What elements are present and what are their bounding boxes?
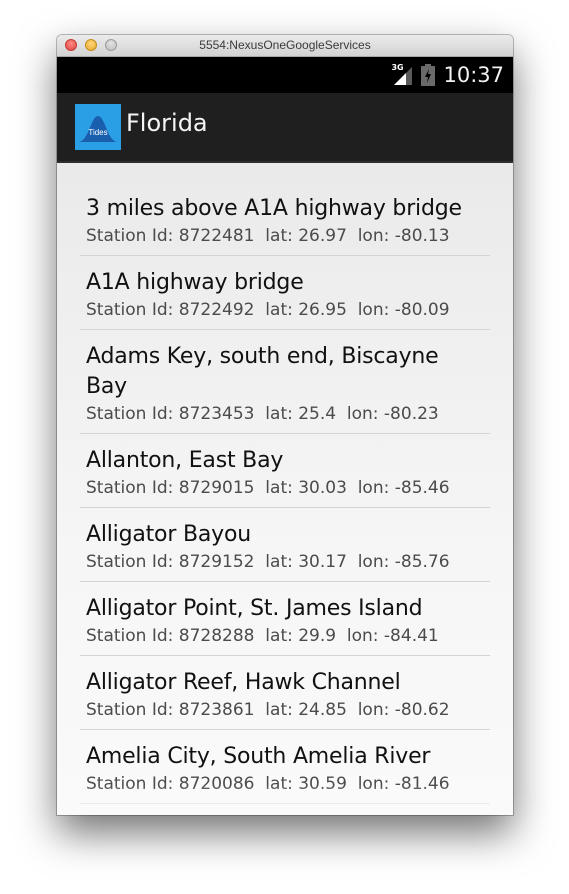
window-titlebar: 5554:NexusOneGoogleServices bbox=[57, 35, 513, 57]
status-clock: 10:37 bbox=[443, 63, 504, 87]
mobile-signal-icon: 3G bbox=[391, 63, 413, 86]
station-list-item[interactable]: Adams Key, south end, Biscayne Bay Stati… bbox=[80, 330, 490, 434]
station-details: Station Id: 8722481 lat: 26.97 lon: -80.… bbox=[86, 226, 450, 246]
station-details: Station Id: 8729152 lat: 30.17 lon: -85.… bbox=[86, 552, 450, 572]
station-name: Alligator Point, St. James Island bbox=[86, 596, 423, 621]
station-name: Alligator Bayou bbox=[86, 522, 251, 547]
station-name: 3 miles above A1A highway bridge bbox=[86, 196, 462, 221]
station-list-item[interactable]: Alligator Reef, Hawk Channel Station Id:… bbox=[80, 656, 490, 730]
station-details: Station Id: 8722492 lat: 26.95 lon: -80.… bbox=[86, 300, 450, 320]
network-type-label: 3G bbox=[391, 63, 404, 72]
window-title: 5554:NexusOneGoogleServices bbox=[199, 38, 371, 52]
station-list[interactable]: 3 miles above A1A highway bridge Station… bbox=[80, 182, 490, 804]
station-list-item[interactable]: A1A highway bridge Station Id: 8722492 l… bbox=[80, 256, 490, 330]
station-name: Adams Key, south end, Biscayne Bay bbox=[86, 344, 439, 399]
station-list-item[interactable]: Alligator Point, St. James Island Statio… bbox=[80, 582, 490, 656]
screen-title: Florida bbox=[126, 109, 208, 137]
android-status-bar: 3G 10:37 bbox=[57, 57, 513, 93]
tides-app-icon[interactable]: Tides bbox=[75, 104, 121, 150]
emulator-window: 5554:NexusOneGoogleServices 3G 10:37 Tid… bbox=[57, 35, 513, 815]
station-details: Station Id: 8723453 lat: 25.4 lon: -80.2… bbox=[86, 404, 439, 424]
station-list-container[interactable]: 3 miles above A1A highway bridge Station… bbox=[57, 163, 513, 815]
station-list-item[interactable]: Alligator Bayou Station Id: 8729152 lat:… bbox=[80, 508, 490, 582]
station-details: Station Id: 8728288 lat: 29.9 lon: -84.4… bbox=[86, 626, 439, 646]
station-name: Alligator Reef, Hawk Channel bbox=[86, 670, 401, 695]
station-name: Allanton, East Bay bbox=[86, 448, 284, 473]
app-icon-label: Tides bbox=[88, 128, 108, 137]
station-details: Station Id: 8729015 lat: 30.03 lon: -85.… bbox=[86, 478, 450, 498]
station-name: A1A highway bridge bbox=[86, 270, 304, 295]
list-fade-edge bbox=[57, 785, 513, 815]
station-details: Station Id: 8723861 lat: 24.85 lon: -80.… bbox=[86, 700, 450, 720]
station-list-item[interactable]: 3 miles above A1A highway bridge Station… bbox=[80, 182, 490, 256]
station-name: Amelia City, South Amelia River bbox=[86, 744, 431, 769]
action-bar: Tides Florida bbox=[57, 93, 513, 163]
station-list-item[interactable]: Allanton, East Bay Station Id: 8729015 l… bbox=[80, 434, 490, 508]
battery-icon bbox=[421, 64, 436, 86]
